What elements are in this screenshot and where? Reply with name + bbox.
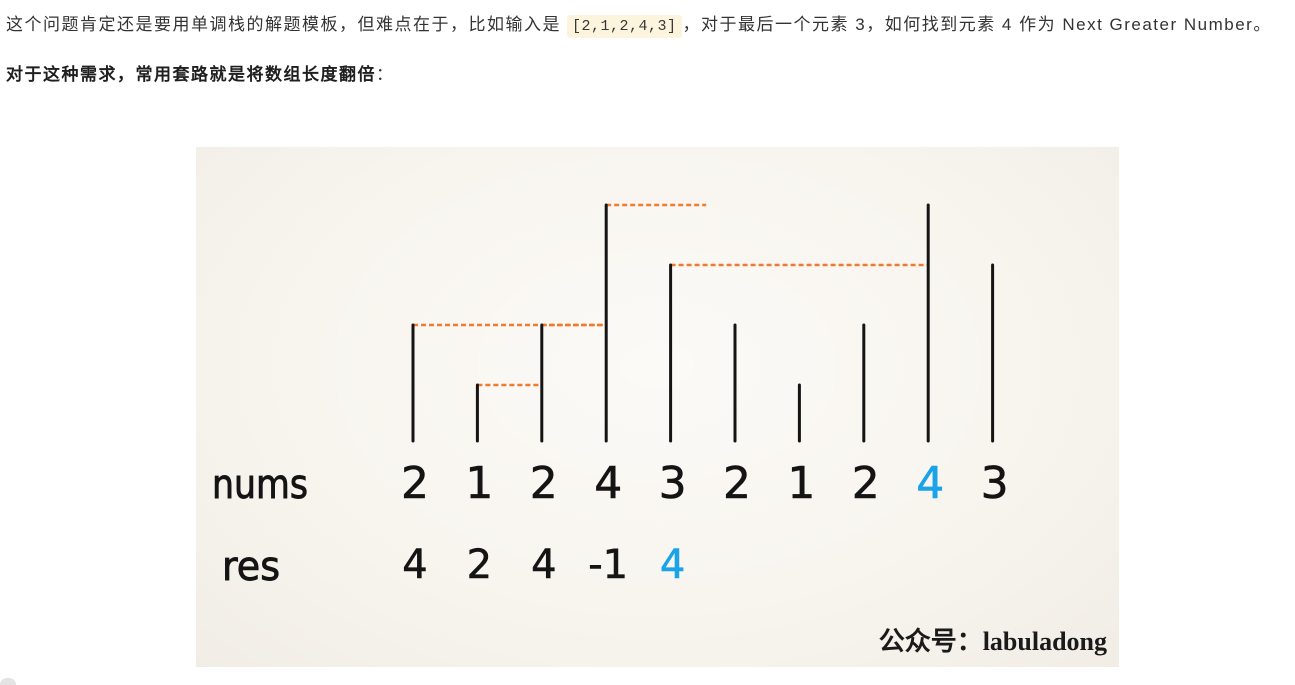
paragraph-text: 这个问题肯定还是要用单调栈的解题模板，但难点在于，比如输入是 xyxy=(6,15,561,34)
res-label: res xyxy=(222,544,280,590)
nums-value-1: 1 xyxy=(465,458,493,509)
res-value-3: -1 xyxy=(588,542,628,588)
paragraph-next-greater-intro: 这个问题肯定还是要用单调栈的解题模板，但难点在于，比如输入是 [2,1,2,4,3… xyxy=(6,12,1272,40)
nums-label: nums xyxy=(212,462,308,508)
paragraph-text: ： xyxy=(376,65,395,84)
nums-value-6: 1 xyxy=(787,458,815,509)
nums-value-9: 3 xyxy=(981,458,1009,509)
res-value-0: 4 xyxy=(402,542,427,588)
bold-text: 对于这种需求，常用套路就是将数组长度翻倍 xyxy=(6,65,376,84)
nums-value-0: 2 xyxy=(401,458,429,509)
next-greater-diagram: nums res 2124321243 4 2 4 -1 4 公众号：labuladon… xyxy=(196,147,1119,667)
nums-bars xyxy=(411,203,995,443)
res-value-4: 4 xyxy=(660,542,685,588)
floating-action-button[interactable] xyxy=(0,678,16,685)
nums-value-7: 2 xyxy=(852,458,880,509)
inline-code-example-array: [2,1,2,4,3] xyxy=(567,15,682,38)
nums-value-2: 2 xyxy=(530,458,558,509)
nums-value-5: 2 xyxy=(723,458,751,509)
paragraph-text: ，对于最后一个元素 3，如何找到元素 4 作为 Next Greater Num… xyxy=(682,15,1272,34)
res-value-2: 4 xyxy=(531,542,556,588)
nums-values-row: 2124321243 xyxy=(401,458,1009,510)
watermark: 公众号：labuladong xyxy=(879,627,1107,656)
nums-value-3: 4 xyxy=(594,458,622,509)
res-values-row: 4 2 4 -1 4 xyxy=(402,542,686,589)
nums-value-4: 3 xyxy=(659,458,687,509)
nums-value-8: 4 xyxy=(916,458,944,509)
diagram-canvas: nums res 2124321243 4 2 4 -1 4 公众号：labuladon… xyxy=(212,203,1107,656)
res-value-1: 2 xyxy=(467,542,492,588)
paragraph-double-array-trick: 对于这种需求，常用套路就是将数组长度翻倍： xyxy=(6,62,395,88)
